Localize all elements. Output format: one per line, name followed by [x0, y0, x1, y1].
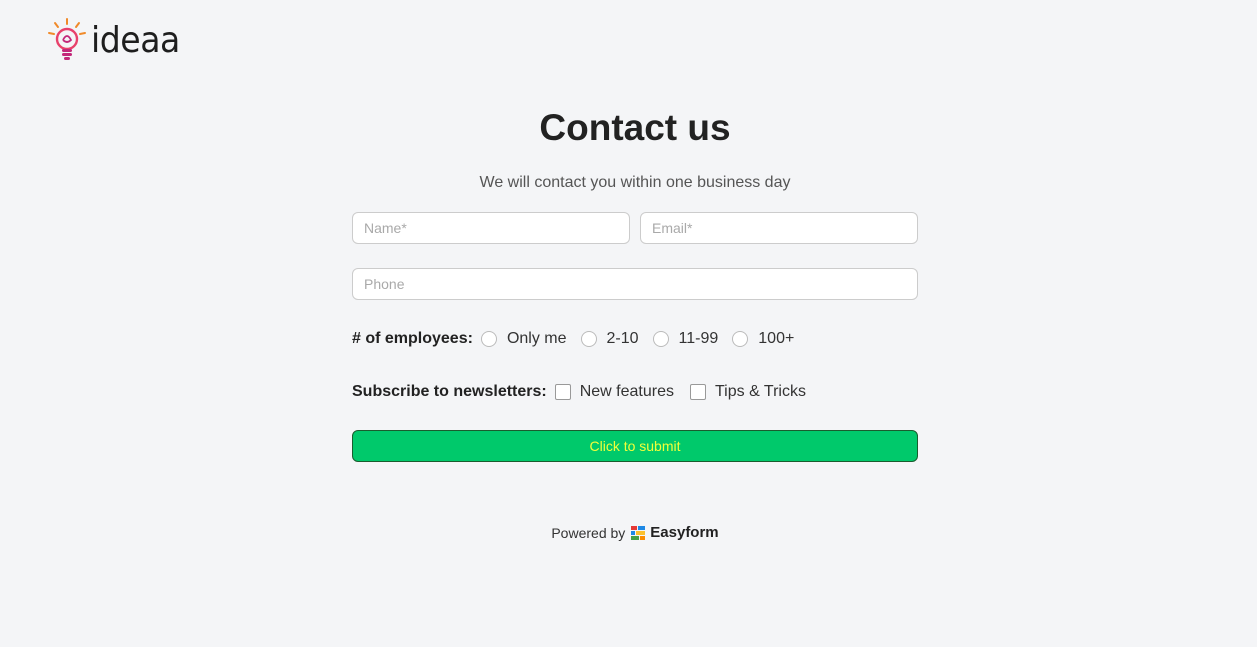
page-title: Contact us [539, 107, 731, 148]
phone-field[interactable] [352, 268, 918, 300]
employees-option-2-10[interactable]: 2-10 [580, 330, 639, 348]
newsletter-option-new-features[interactable]: New features [554, 383, 674, 401]
ideaa-logo[interactable]: ideaa [47, 18, 188, 64]
checkbox[interactable] [554, 384, 571, 400]
option-label: 100+ [758, 330, 795, 347]
radio-button[interactable] [652, 331, 669, 347]
lightbulb-icon [48, 18, 86, 60]
employees-option-11-99[interactable]: 11-99 [652, 330, 719, 348]
option-label: Only me [506, 330, 567, 347]
logo-text: ideaa [91, 20, 180, 61]
option-label: 2-10 [606, 330, 639, 347]
checkbox[interactable] [689, 384, 706, 400]
email-field[interactable] [640, 212, 918, 244]
radio-button[interactable] [580, 331, 597, 347]
option-label: Tips & Tricks [714, 383, 806, 400]
employees-option-100-plus[interactable]: 100+ [732, 330, 794, 348]
employees-group: # of employees: Only me 2-10 11-99 100+ [352, 330, 808, 348]
submit-button[interactable]: Click to submit [352, 430, 918, 462]
powered-by-footer: Powered by Easyform [352, 524, 918, 541]
radio-button[interactable] [732, 331, 749, 347]
newsletters-group: Subscribe to newsletters: New features T… [352, 383, 820, 401]
newsletters-label: Subscribe to newsletters: [352, 383, 547, 400]
option-label: New features [579, 383, 674, 400]
employees-option-only-me[interactable]: Only me [480, 330, 567, 348]
option-label: 11-99 [678, 330, 719, 347]
employees-label: # of employees: [352, 330, 473, 347]
name-field[interactable] [352, 212, 630, 244]
easyform-icon [631, 525, 646, 540]
easyform-brand[interactable]: Easyform [650, 524, 718, 541]
page-subtitle: We will contact you within one business … [479, 174, 791, 191]
powered-by-text: Powered by [551, 524, 626, 541]
radio-button[interactable] [480, 331, 497, 347]
newsletter-option-tips-tricks[interactable]: Tips & Tricks [689, 383, 806, 401]
